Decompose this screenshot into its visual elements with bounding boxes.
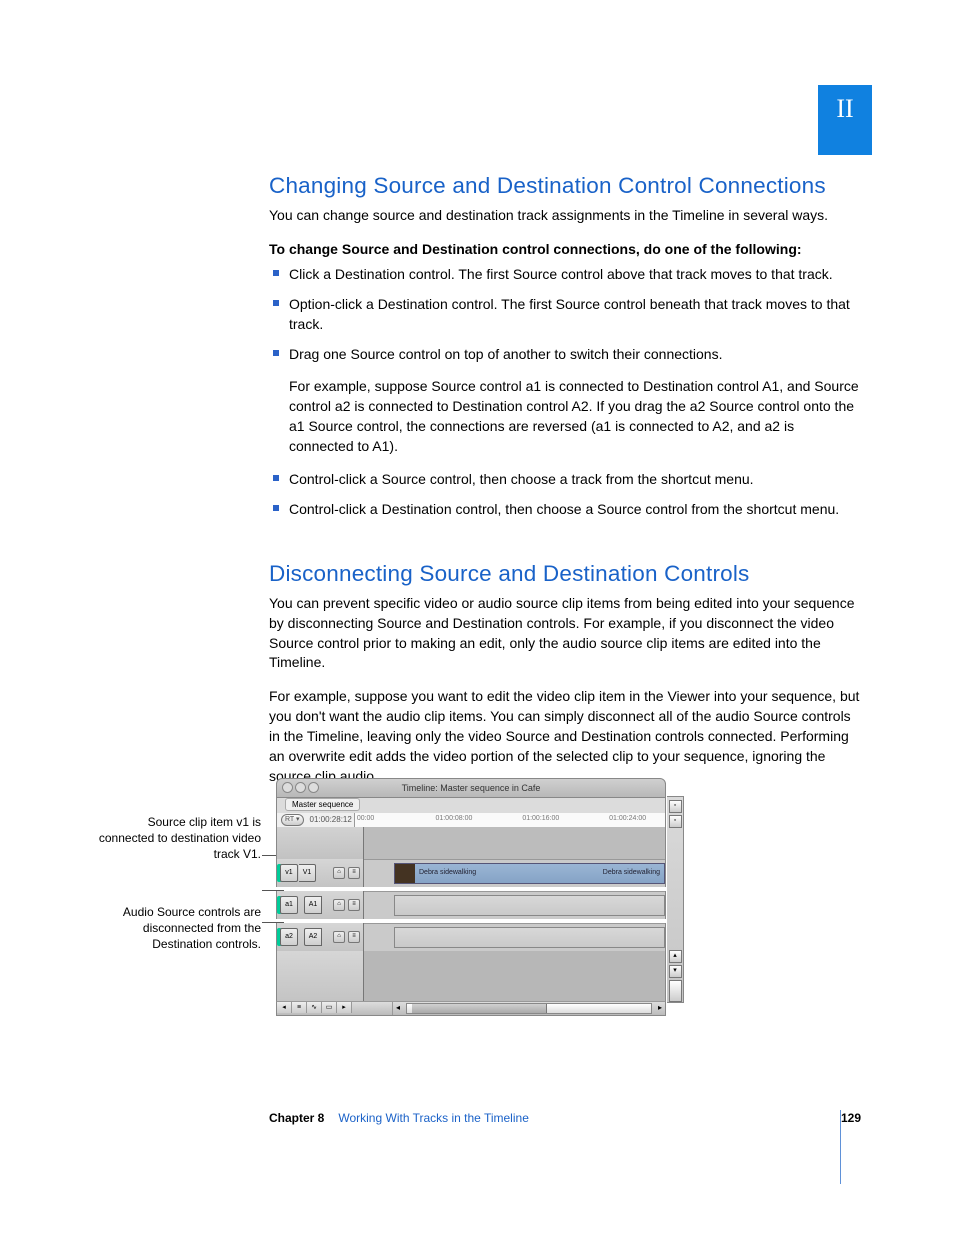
mute-icon: ≡	[348, 931, 360, 943]
rt-button: RT ▾	[281, 814, 304, 826]
audio-clip	[394, 927, 665, 948]
bullet-item: Option-click a Destination control. The …	[269, 295, 861, 335]
timeline-tool-buttons: ◂≡∿▭▸	[277, 1002, 352, 1015]
mute-icon: ≡	[348, 899, 360, 911]
destination-control-a1: A1	[304, 896, 322, 914]
track-header-v1: v1 V1 ⌂≡	[277, 859, 364, 887]
audio-clip	[394, 895, 665, 916]
ruler-tick: 01:00:16:00	[522, 814, 559, 824]
ruler-tick: 00:00	[357, 814, 375, 824]
lock-icon: ⌂	[333, 867, 345, 879]
video-track-v1: v1 V1 ⌂≡ Debra sidewalking Debra sidewal…	[276, 859, 666, 887]
time-ruler: 00:00 01:00:08:00 01:00:16:00 01:00:24:0…	[354, 813, 665, 827]
source-control-a1: a1	[280, 896, 298, 914]
bullet-followup: For example, suppose Source control a1 i…	[289, 377, 861, 457]
track-spacer	[276, 827, 666, 859]
empty-track-area	[276, 951, 666, 1001]
bullet-text: Control-click a Destination control, the…	[289, 501, 839, 517]
horizontal-scrollbar	[406, 1003, 652, 1014]
audio-track-a1: a1 A1 ⌂≡	[276, 891, 666, 919]
ruler-tick: 01:00:24:00	[609, 814, 646, 824]
page-number: 129	[841, 1110, 861, 1127]
bullet-text: Drag one Source control on top of anothe…	[289, 346, 722, 362]
lock-icon: ⌂	[333, 899, 345, 911]
bullet-item: Click a Destination control. The first S…	[269, 265, 861, 285]
section1-bullet-list: Click a Destination control. The first S…	[269, 265, 861, 520]
track-body-a1	[364, 891, 665, 919]
section2-heading: Disconnecting Source and Destination Con…	[269, 558, 861, 591]
track-header-a1: a1 A1 ⌂≡	[277, 891, 364, 919]
destination-control-v1: V1	[299, 864, 316, 882]
lock-icon: ⌂	[333, 931, 345, 943]
bullet-text: Control-click a Source control, then cho…	[289, 471, 754, 487]
timeline-bottom-bar: ◂≡∿▭▸ ◂ ▸	[276, 1001, 666, 1016]
clip-label-end: Debra sidewalking	[603, 864, 660, 882]
window-controls	[282, 782, 319, 793]
source-control-v1: v1	[280, 864, 298, 882]
visibility-icon: ≡	[348, 867, 360, 879]
callout-1: Source clip item v1 is connected to dest…	[96, 814, 261, 863]
timeline-tabbar: Master sequence	[276, 798, 666, 813]
video-clip: Debra sidewalking Debra sidewalking	[394, 863, 665, 884]
document-page: II Changing Source and Destination Contr…	[0, 0, 954, 1235]
chapter-title: Working With Tracks in the Timeline	[338, 1110, 529, 1127]
timeline-ruler-strip: RT ▾ 01:00:28:12 00:00 01:00:08:00 01:00…	[276, 813, 666, 827]
bullet-item: Control-click a Destination control, the…	[269, 500, 861, 520]
callout-2: Audio Source controls are disconnected f…	[96, 904, 261, 953]
ruler-tick: 01:00:08:00	[435, 814, 472, 824]
bullet-item: Control-click a Source control, then cho…	[269, 470, 861, 490]
bullet-text: Option-click a Destination control. The …	[289, 296, 850, 332]
source-control-a2: a2	[280, 928, 298, 946]
track-body-v1: Debra sidewalking Debra sidewalking	[364, 859, 665, 887]
chapter-label: Chapter 8	[269, 1110, 324, 1127]
section2-para1: You can prevent specific video or audio …	[269, 594, 861, 674]
timeline-title: Timeline: Master sequence in Cafe	[402, 783, 541, 793]
section2-para2: For example, suppose you want to edit th…	[269, 687, 861, 786]
timeline-titlebar: Timeline: Master sequence in Cafe	[276, 778, 666, 798]
section1-instruction: To change Source and Destination control…	[269, 240, 861, 260]
main-content: Changing Source and Destination Control …	[269, 170, 861, 801]
track-body-a2	[364, 923, 665, 951]
bullet-item: Drag one Source control on top of anothe…	[269, 345, 861, 456]
sequence-tab: Master sequence	[285, 798, 360, 811]
clip-thumbnail	[395, 864, 415, 883]
clip-label: Debra sidewalking	[419, 869, 476, 876]
audio-track-a2: a2 A2 ⌂≡	[276, 923, 666, 951]
page-footer: Chapter 8 Working With Tracks in the Tim…	[269, 1110, 861, 1127]
section2: Disconnecting Source and Destination Con…	[269, 558, 861, 787]
current-timecode: 01:00:28:12	[310, 813, 352, 827]
track-header-a2: a2 A2 ⌂≡	[277, 923, 364, 951]
section1-heading: Changing Source and Destination Control …	[269, 170, 861, 203]
timeline-right-sidebar: ▫▫ ▴▾	[667, 796, 684, 1003]
timeline-window: Timeline: Master sequence in Cafe Master…	[276, 778, 666, 1016]
footer-rule	[840, 1110, 841, 1184]
section1-para1: You can change source and destination tr…	[269, 206, 861, 226]
bullet-text: Click a Destination control. The first S…	[289, 266, 833, 282]
part-tab: II	[818, 85, 872, 155]
destination-control-a2: A2	[304, 928, 322, 946]
